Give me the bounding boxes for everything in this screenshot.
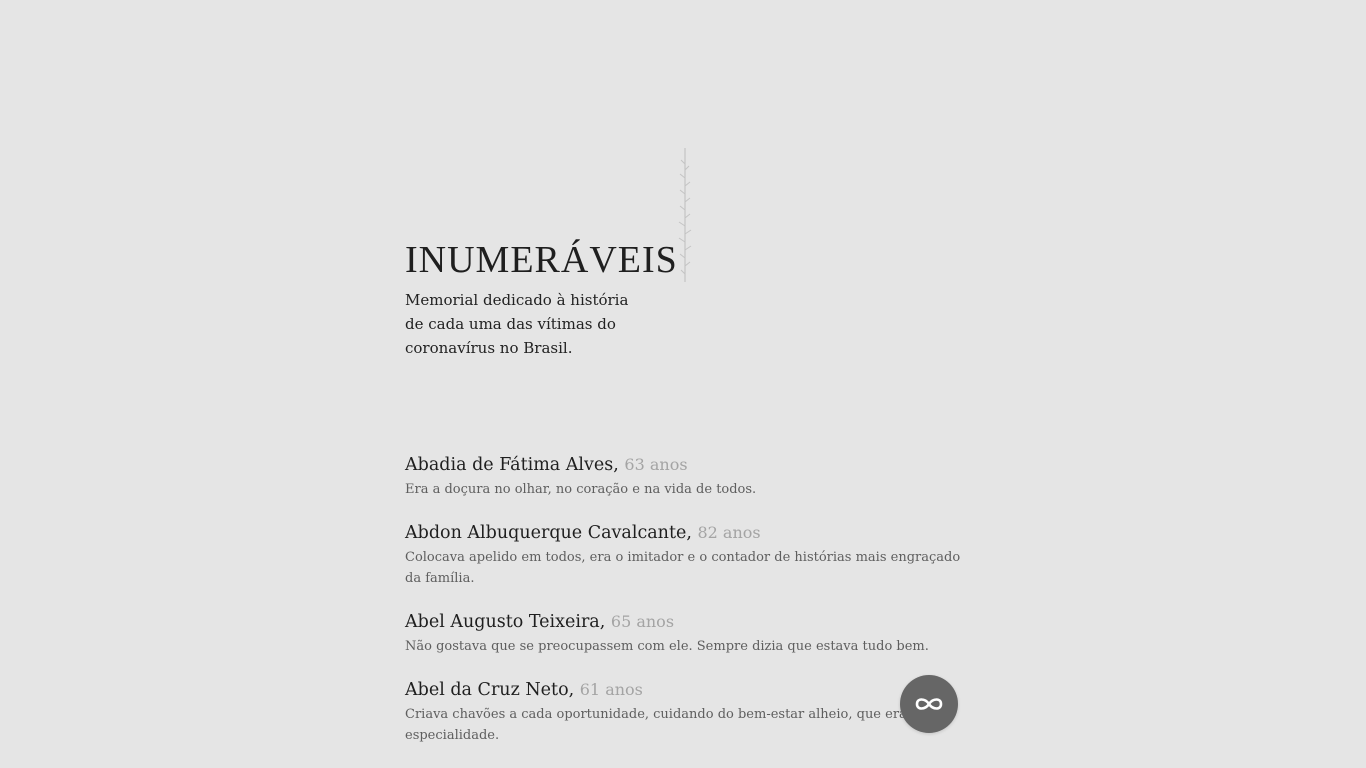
entry-age: 82 anos [697,523,761,542]
entry-name: Abdon Albuquerque Cavalcante, [405,523,692,543]
entry-heading: Abdon Albuquerque Cavalcante, 82 anos [405,520,965,546]
entry-heading: Abel da Cruz Neto, 61 anos [405,677,965,703]
victims-list: Abadia de Fátima Alves, 63 anos Era a do… [405,452,965,766]
entry-age: 63 anos [624,455,688,474]
page-subtitle: Memorial dedicado à história de cada uma… [405,291,629,357]
entry-description: Não gostava que se preocupassem com ele.… [405,639,929,654]
list-item[interactable]: Abdon Albuquerque Cavalcante, 82 anos Co… [405,520,965,589]
entry-description: Criava chavões a cada oportunidade, cuid… [405,707,934,743]
hero: INUMERÁVEIS Memorial dedicado à história… [405,238,725,360]
entry-heading: Abadia de Fátima Alves, 63 anos [405,452,965,478]
infinity-button[interactable] [900,675,958,733]
list-item[interactable]: Abel da Cruz Neto, 61 anos Criava chavõe… [405,677,965,746]
page-title: INUMERÁVEIS [405,239,678,281]
entry-description: Colocava apelido em todos, era o imitado… [405,550,961,586]
page: INUMERÁVEIS Memorial dedicado à história… [0,0,1366,768]
entry-heading: Abel Augusto Teixeira, 65 anos [405,609,965,635]
entry-age: 65 anos [610,612,675,631]
infinity-icon [915,698,943,710]
list-item[interactable]: Abadia de Fátima Alves, 63 anos Era a do… [405,452,965,500]
entry-name: Abel da Cruz Neto, [405,680,575,700]
entry-name: Abadia de Fátima Alves, [405,455,619,475]
entry-age: 61 anos [579,680,643,699]
entry-description: Era a doçura no olhar, no coração e na v… [405,482,757,497]
list-item[interactable]: Abel Augusto Teixeira, 65 anos Não gosta… [405,609,965,657]
entry-name: Abel Augusto Teixeira, [405,612,606,632]
